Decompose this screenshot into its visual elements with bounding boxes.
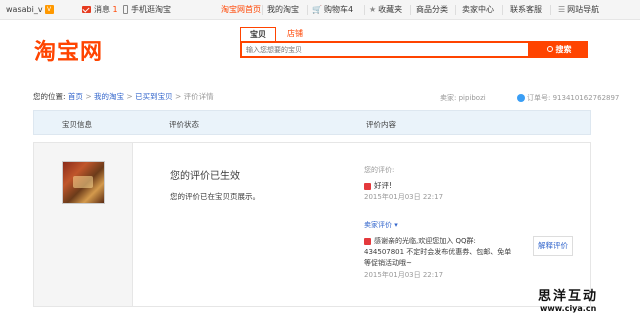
taobao-home-link[interactable]: 淘宝网首页 [221, 5, 261, 15]
breadcrumb-prefix: 您的位置: [33, 92, 66, 101]
divider [502, 5, 503, 15]
item-thumbnail[interactable] [62, 161, 105, 204]
breadcrumb-home[interactable]: 首页 [68, 92, 83, 101]
seller-info[interactable]: 卖家: pipibozi [440, 93, 486, 103]
explain-review-button[interactable]: 解释评价 [533, 236, 573, 256]
divider [307, 5, 308, 15]
table-header: 宝贝信息 评价状态 评价内容 [33, 110, 591, 135]
phone-icon [123, 5, 128, 14]
seller-review-toggle[interactable]: 卖家评价 ▾ [364, 220, 398, 230]
col-review-content: 评价内容 [366, 120, 396, 129]
review-status-title: 您的评价已生效 [170, 171, 240, 182]
positive-rating-icon [364, 182, 371, 190]
breadcrumb-current: 评价详情 [183, 92, 214, 101]
mobile-taobao-link[interactable]: 手机逛淘宝 [123, 5, 171, 15]
review-status-subtitle: 您的评价已在宝贝页展示。 [170, 192, 260, 201]
taobao-logo[interactable]: 淘宝网 [34, 34, 103, 66]
watermark-url: www.ciya.cn [540, 304, 597, 313]
col-item-info: 宝贝信息 [62, 120, 92, 129]
site-topbar: wasabi_v V 消息 1 手机逛淘宝 淘宝网首页 我的淘宝 🛒 购物车4 ★ 收… [0, 0, 640, 20]
vip-badge-icon: V [44, 5, 54, 14]
cart-link[interactable]: 🛒 购物车4 [312, 5, 353, 15]
menu-icon: ☰ [558, 5, 566, 14]
order-number: 订单号: 913410162762897 [517, 93, 619, 103]
breadcrumb-separator: > [85, 92, 92, 101]
breadcrumb-separator: > [174, 92, 182, 101]
username-link[interactable]: wasabi_v V [6, 5, 54, 15]
breadcrumb-my-taobao[interactable]: 我的淘宝 [94, 92, 124, 101]
cart-icon: 🛒 [312, 5, 322, 14]
my-taobao-link[interactable]: 我的淘宝 [267, 5, 299, 15]
divider [364, 5, 365, 15]
search-input[interactable] [242, 43, 522, 56]
search-icon [546, 45, 553, 52]
tab-shops[interactable]: 店铺 [280, 27, 310, 41]
watermark-brand: 思洋互动 [538, 289, 599, 304]
categories-link[interactable]: 商品分类 [416, 5, 448, 15]
my-review-label: 您的评价: [364, 166, 395, 174]
seller-reply-date: 2015年01月03日 22:17 [364, 271, 444, 279]
breadcrumb-bought[interactable]: 已买到宝贝 [135, 92, 173, 101]
tab-items[interactable]: 宝贝 [240, 27, 276, 41]
search-button[interactable]: 搜索 [530, 41, 588, 58]
contact-service-link[interactable]: 联系客服 [510, 5, 542, 15]
breadcrumb: 您的位置: 首页 > 我的淘宝 > 已买到宝贝 > 评价详情 [33, 91, 214, 102]
mail-icon [82, 6, 91, 13]
col-review-status: 评价状态 [169, 120, 199, 129]
seller-reply: 感谢亲的光临,欢迎您加入 QQ群: 434507801 不定时会发布优惠券、包邮… [364, 237, 512, 267]
star-icon: ★ [369, 5, 377, 14]
my-review-rating: 好评! [364, 180, 392, 191]
divider [410, 5, 411, 15]
divider [262, 5, 263, 15]
favorites-link[interactable]: ★ 收藏夹 [369, 5, 402, 15]
positive-rating-icon [364, 237, 371, 245]
my-review-date: 2015年01月03日 22:17 [364, 193, 444, 201]
messages-link[interactable]: 消息 1 [82, 5, 118, 15]
wangwang-icon[interactable] [517, 94, 525, 102]
site-nav-link[interactable]: ☰ 网站导航 [558, 5, 599, 15]
messages-count: 1 [112, 5, 118, 14]
divider [455, 5, 456, 15]
breadcrumb-separator: > [126, 92, 133, 101]
seller-center-link[interactable]: 卖家中心 [462, 5, 494, 15]
search-box [240, 41, 530, 58]
divider [550, 5, 551, 15]
